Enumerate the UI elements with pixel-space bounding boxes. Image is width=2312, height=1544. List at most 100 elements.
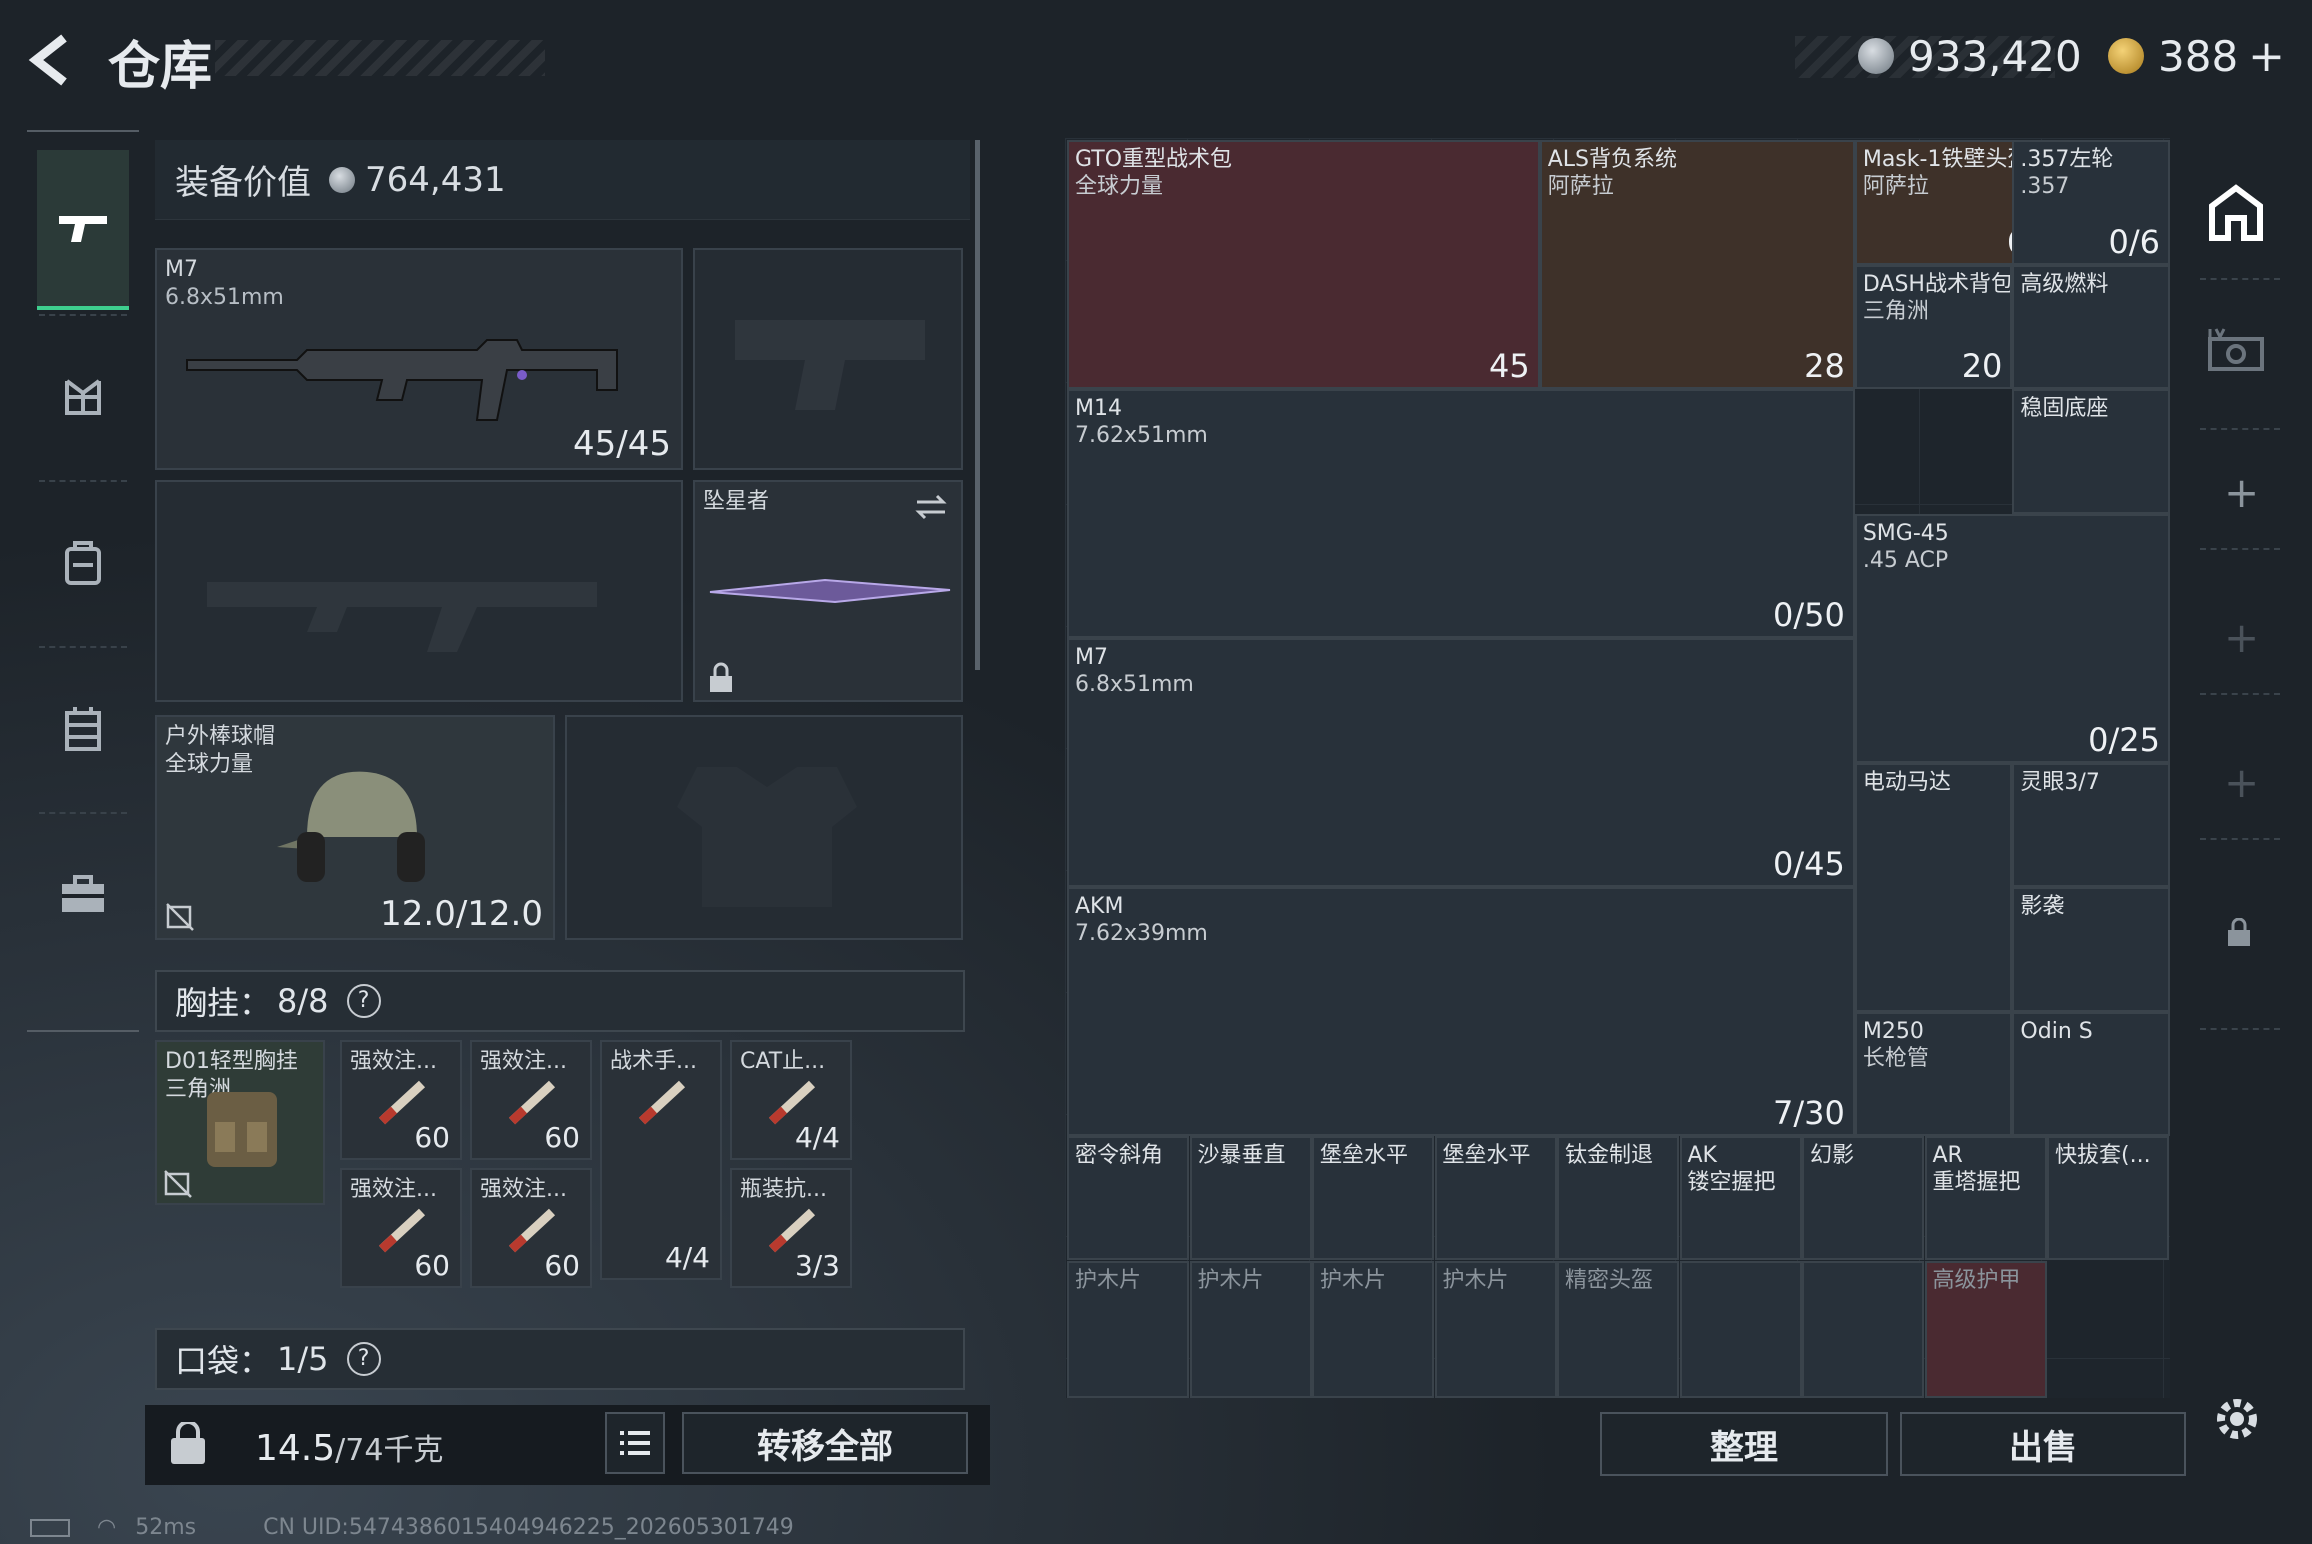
nav-backpack[interactable] (37, 488, 129, 638)
stash-attachment[interactable]: 快拔套(... (2047, 1136, 2169, 1260)
settings-gear-icon[interactable] (2210, 1392, 2264, 1446)
help-icon[interactable]: ? (346, 1342, 381, 1376)
stash-attachment[interactable] (1679, 1260, 1802, 1398)
nav-briefcase[interactable] (37, 820, 129, 970)
add-gold-button[interactable]: + (2248, 31, 2285, 82)
stash-item-value: 20 (1961, 347, 2003, 385)
stash-attachment[interactable]: 护木片 (1312, 1260, 1434, 1398)
stash-attachment[interactable] (1802, 1260, 1924, 1398)
stash-item[interactable]: .357左轮 .357 0/6 (2012, 140, 2170, 265)
stash-attachment[interactable]: 护木片 (1189, 1260, 1312, 1398)
stash-home-icon[interactable] (2206, 182, 2266, 242)
list-view-button[interactable] (605, 1412, 665, 1474)
stash-attachment[interactable]: 堡垒水平 (1312, 1136, 1434, 1260)
sell-button[interactable]: 出售 (1900, 1412, 2186, 1476)
armor-icon (65, 707, 101, 751)
uid: CN UID:5474386015404946225_202605301749 (263, 1515, 794, 1540)
swap-arrows-icon[interactable] (913, 492, 949, 522)
stash-attachment[interactable]: 密令斜角 (1067, 1136, 1189, 1260)
helmet-name: 户外棒球帽 全球力量 (165, 724, 276, 777)
stash-item[interactable]: 影袭 (2012, 887, 2170, 1012)
gold-currency[interactable]: 388 + (2108, 28, 2285, 84)
add-tab-button[interactable]: + (2224, 468, 2259, 517)
pocket-label: 口袋 (175, 1342, 240, 1380)
consumable-icon (638, 1080, 686, 1125)
stash-item-value: 0/50 (1772, 596, 1845, 634)
stash-item[interactable]: M7 6.8x51mm 0/45 (1067, 638, 1855, 887)
rig-slot-item[interactable]: 强效注... 60 (340, 1168, 462, 1288)
gold-coin-icon (2108, 38, 2144, 74)
rig-slot-name: 战术手... (610, 1049, 697, 1074)
nav-weapons[interactable] (37, 150, 129, 310)
stash-item[interactable]: 稳固底座 (2012, 389, 2170, 514)
stash-item[interactable]: ALS背负系统 阿萨拉 28 (1539, 140, 1855, 389)
stash-item-name: M250 (1862, 1018, 1924, 1044)
armor-slot-empty[interactable] (565, 715, 963, 940)
rig-slot-item[interactable]: CAT止... 4/4 (730, 1040, 852, 1160)
armor-silhouette-icon (677, 767, 857, 907)
stash-item-name: SMG-45 (1862, 520, 1949, 546)
loadout-scrollbar[interactable] (975, 140, 980, 670)
secondary-weapon-slot-empty[interactable] (155, 480, 683, 702)
stash-item-name: 灵眼3/7 (2020, 769, 2100, 795)
helmet-slot[interactable]: 户外棒球帽 全球力量 12.0/12.0 (155, 715, 555, 940)
stash-item-name: GTO重型战术包 (1075, 147, 1233, 172)
stash-item[interactable]: AKM 7.62x39mm 7/30 (1067, 887, 1855, 1136)
primary-weapon-slot[interactable]: M7 6.8x51mm 45/45 (155, 248, 683, 470)
nav-armor[interactable] (37, 654, 129, 804)
stash-item-name: AKM (1075, 894, 1124, 919)
stash-item-value: 7/30 (1772, 1094, 1845, 1132)
rig-count: 8/8 (277, 982, 329, 1020)
rig-label: 胸挂 (175, 984, 240, 1022)
silver-amount: 933,420 (1908, 31, 2082, 81)
rig-slot-item[interactable]: 强效注... 60 (340, 1040, 462, 1160)
stash-attachment[interactable]: AR 重塔握把 (1924, 1136, 2047, 1260)
stash-attachment[interactable]: 精密头盔 (1557, 1260, 1679, 1398)
rig-item[interactable]: D01轻型胸挂 三角洲 (155, 1040, 325, 1205)
stash-item[interactable]: M14 7.62x51mm 0/50 (1067, 389, 1855, 638)
title-decoration (215, 40, 545, 76)
weight-max: /74千克 (335, 1433, 444, 1468)
help-icon[interactable]: ? (346, 984, 381, 1018)
consumable-icon (768, 1208, 816, 1253)
rig-slot-item[interactable]: 瓶装抗... 3/3 (730, 1168, 852, 1288)
stash-item[interactable]: 电动马达 (1854, 762, 2013, 1012)
stash-item-sub: 7.62x39mm (1075, 921, 1208, 946)
sort-button[interactable]: 整理 (1600, 1412, 1888, 1476)
stash-item[interactable]: SMG-45 .45 ACP 0/25 (1854, 513, 2170, 763)
stash-attachment[interactable]: 堡垒水平 (1434, 1136, 1557, 1260)
stash-item[interactable]: Odin S (2012, 1011, 2170, 1136)
rig-slot-item[interactable]: 强效注... 60 (470, 1168, 592, 1288)
rig-header: 胸挂： 8/8 ? (155, 970, 965, 1032)
stash-tab-iv-icon[interactable] (2204, 323, 2268, 375)
stash-item-value: 0/25 (2088, 720, 2160, 759)
pistol-slot-empty[interactable] (693, 248, 963, 470)
stash-item[interactable]: DASH战术背包 三角洲 20 (1854, 264, 2013, 389)
stash-attachment[interactable]: 护木片 (1434, 1260, 1557, 1398)
stash-attachment[interactable]: 沙暴垂直 (1189, 1136, 1312, 1260)
rig-slot-item[interactable]: 战术手... 4/4 (600, 1040, 722, 1280)
transfer-all-button[interactable]: 转移全部 (682, 1412, 968, 1474)
stash-attachment[interactable]: AK 镂空握把 (1679, 1136, 1802, 1260)
status-bar: ◠ 52ms CN UID:5474386015404946225_202605… (30, 1515, 794, 1540)
stash-item-name: .357左轮 (2020, 147, 2114, 172)
stash-item[interactable]: 高级燃料 (2012, 264, 2170, 389)
stash-attachment[interactable]: 护木片 (1067, 1260, 1189, 1398)
melee-slot[interactable]: 坠星者 (693, 480, 963, 702)
nav-gifts[interactable] (37, 322, 129, 472)
stash-item[interactable]: GTO重型战术包 全球力量 45 (1067, 140, 1540, 389)
stash-attachment[interactable]: 高级护甲 (1924, 1260, 2047, 1398)
rig-slot-name: 强效注... (480, 1049, 567, 1074)
stash-item[interactable]: M250 长枪管 (1854, 1011, 2013, 1136)
back-arrow-icon[interactable] (24, 30, 84, 90)
ping: 52ms (135, 1515, 197, 1540)
consumable-icon (508, 1208, 556, 1253)
pocket-count: 1/5 (277, 1340, 329, 1378)
rig-slot-value: 60 (544, 1121, 580, 1154)
stash-attachment[interactable]: 幻影 (1802, 1136, 1924, 1260)
rig-slot-item[interactable]: 强效注... 60 (470, 1040, 592, 1160)
rig-slot-name: CAT止... (740, 1049, 826, 1074)
stash-attachment[interactable]: 钛金制退 (1557, 1136, 1679, 1260)
stash-item[interactable]: 灵眼3/7 (2012, 762, 2170, 887)
rig-slot-name: 强效注... (350, 1049, 437, 1074)
